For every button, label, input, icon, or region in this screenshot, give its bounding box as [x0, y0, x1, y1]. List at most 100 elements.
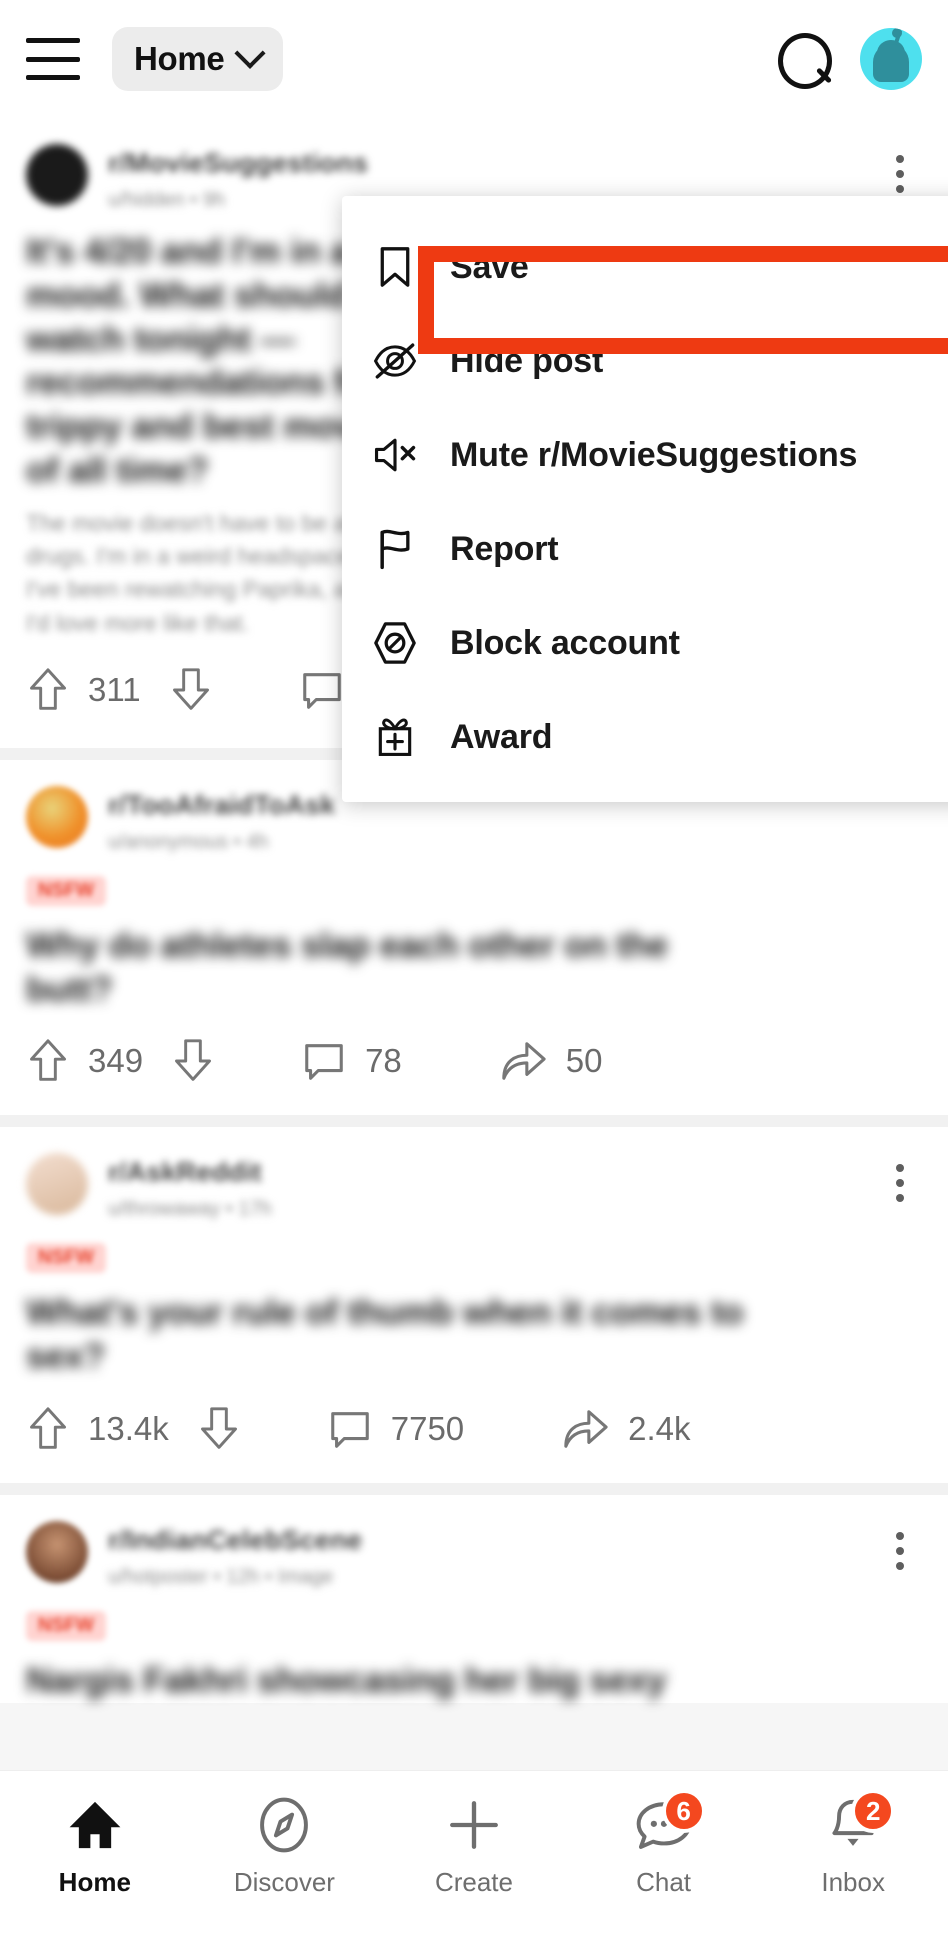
bookmark-icon	[370, 242, 420, 292]
hamburger-line	[26, 75, 80, 80]
post-meta: r/MovieSuggestions u/hidden • 9h	[108, 144, 368, 212]
post-subreddit[interactable]: r/TooAfraidToAsk	[108, 790, 335, 821]
kebab-dot	[896, 185, 904, 193]
post-header: r/AskReddit u/throwaway • 17h	[0, 1127, 948, 1221]
kebab-dot	[896, 1179, 904, 1188]
mute-icon	[370, 430, 420, 480]
feed-selector-home[interactable]: Home	[112, 27, 283, 91]
post-context-menu[interactable]: Save Hide post Mute r/MovieSuggestions R…	[342, 196, 948, 802]
vote-group[interactable]: 13.4k	[26, 1405, 241, 1453]
upvote-icon[interactable]	[26, 1405, 70, 1453]
nav-label: Chat	[636, 1867, 692, 1897]
bell-icon: 2	[817, 1789, 896, 1855]
status-badge: NSFW	[26, 1243, 106, 1274]
nav-label: Discover	[233, 1867, 335, 1897]
post-card[interactable]: r/IndianCelebScene u/hotposter • 12h • I…	[0, 1494, 948, 1703]
nav-item-inbox[interactable]: 2 Inbox	[758, 1771, 948, 1898]
menu-item-label: Hide post	[450, 341, 604, 380]
upvote-count: 311	[88, 670, 141, 708]
downvote-icon[interactable]	[197, 1405, 241, 1453]
upvote-icon[interactable]	[26, 666, 70, 714]
chat-badge: 6	[661, 1789, 706, 1833]
post-card[interactable]: r/AskReddit u/throwaway • 17h NSFW What'…	[0, 1127, 948, 1483]
comment-group[interactable]: 78	[301, 1038, 402, 1084]
post-action-bar: 349 78 50	[0, 1011, 948, 1115]
comment-icon[interactable]	[301, 1038, 347, 1084]
bottom-navigation-bar: Home Discover Create 6 Chat 2 Inbox	[0, 1770, 948, 1933]
post-avatar[interactable]	[26, 144, 88, 206]
upvote-count: 349	[88, 1042, 144, 1080]
post-overflow-menu-button[interactable]	[878, 144, 922, 204]
vote-group[interactable]: 311	[26, 666, 213, 714]
upvote-icon[interactable]	[26, 1037, 70, 1085]
comment-group[interactable]: 7750	[327, 1406, 464, 1452]
nav-item-home[interactable]: Home	[0, 1771, 190, 1898]
share-group[interactable]: 50	[498, 1038, 603, 1084]
post-avatar[interactable]	[26, 785, 88, 848]
post-overflow-menu-button[interactable]	[878, 1153, 922, 1213]
post-avatar[interactable]	[26, 1153, 88, 1216]
menu-item-label: Report	[450, 529, 559, 568]
nav-label: Inbox	[821, 1867, 885, 1897]
menu-item-report[interactable]: Report	[342, 502, 948, 596]
post-subreddit[interactable]: r/MovieSuggestions	[108, 148, 368, 179]
post-divider	[0, 1115, 948, 1128]
comment-icon[interactable]	[299, 667, 345, 713]
nav-item-discover[interactable]: Discover	[190, 1771, 380, 1898]
post-subreddit[interactable]: r/IndianCelebScene	[108, 1525, 362, 1556]
post-byline: u/hotposter • 12h • Image	[108, 1565, 334, 1588]
menu-item-block-account[interactable]: Block account	[342, 596, 948, 690]
post-divider	[0, 1482, 948, 1495]
post-overflow-menu-button[interactable]	[878, 1521, 922, 1581]
upvote-count: 13.4k	[88, 1409, 169, 1447]
search-icon[interactable]	[776, 31, 832, 89]
comment-count: 7750	[390, 1409, 465, 1447]
kebab-dot	[896, 1546, 904, 1555]
nav-label: Create	[434, 1867, 513, 1897]
share-group[interactable]: 2.4k	[560, 1406, 691, 1452]
post-title[interactable]: Why do athletes slap each other on the b…	[0, 906, 700, 1012]
compass-icon	[248, 1795, 320, 1855]
post-title[interactable]: What's your rule of thumb when it comes …	[0, 1273, 830, 1379]
kebab-dot	[896, 1561, 904, 1570]
post-avatar[interactable]	[26, 1520, 88, 1583]
avatar-body	[873, 44, 909, 82]
menu-item-hide-post[interactable]: Hide post	[342, 314, 948, 408]
kebab-dot	[896, 1164, 904, 1173]
downvote-icon[interactable]	[171, 1037, 215, 1085]
hamburger-line	[26, 38, 80, 43]
menu-item-label: Block account	[450, 623, 680, 662]
nav-item-create[interactable]: Create	[379, 1771, 569, 1898]
downvote-icon[interactable]	[169, 666, 213, 714]
gift-icon	[370, 712, 420, 762]
plus-icon	[438, 1795, 510, 1855]
nav-item-chat[interactable]: 6 Chat	[569, 1771, 759, 1898]
comment-icon[interactable]	[327, 1406, 373, 1452]
post-byline: u/anonymous • 4h	[108, 830, 269, 853]
post-title[interactable]: Nargis Fakhri showcasing her big sexy	[0, 1641, 800, 1703]
vote-group[interactable]: 349	[26, 1037, 215, 1085]
inbox-badge: 2	[851, 1789, 896, 1833]
avatar-antenna-dot	[892, 28, 902, 38]
menu-item-label: Save	[450, 247, 529, 286]
post-card[interactable]: r/TooAfraidToAsk u/anonymous • 4h NSFW W…	[0, 759, 948, 1116]
hamburger-menu-icon[interactable]	[26, 38, 80, 80]
post-header: r/IndianCelebScene u/hotposter • 12h • I…	[0, 1495, 948, 1589]
post-action-bar: 13.4k 7750 2.4k	[0, 1379, 948, 1483]
share-icon[interactable]	[498, 1038, 548, 1084]
comment-group[interactable]	[299, 667, 345, 713]
menu-item-save[interactable]: Save	[342, 220, 948, 314]
home-icon	[59, 1795, 131, 1855]
menu-item-label: Mute r/MovieSuggestions	[450, 435, 858, 474]
share-icon[interactable]	[560, 1406, 610, 1452]
menu-item-award[interactable]: Award	[342, 690, 948, 784]
post-byline: u/throwaway • 17h	[108, 1198, 272, 1221]
avatar[interactable]	[860, 28, 922, 90]
hamburger-line	[26, 56, 80, 62]
menu-item-mute-subreddit[interactable]: Mute r/MovieSuggestions	[342, 408, 948, 502]
post-meta: r/IndianCelebScene u/hotposter • 12h • I…	[108, 1521, 362, 1589]
nav-label: Home	[58, 1867, 131, 1897]
post-subreddit[interactable]: r/AskReddit	[108, 1157, 272, 1188]
kebab-dot	[896, 1531, 904, 1540]
eye-off-icon	[370, 336, 420, 386]
